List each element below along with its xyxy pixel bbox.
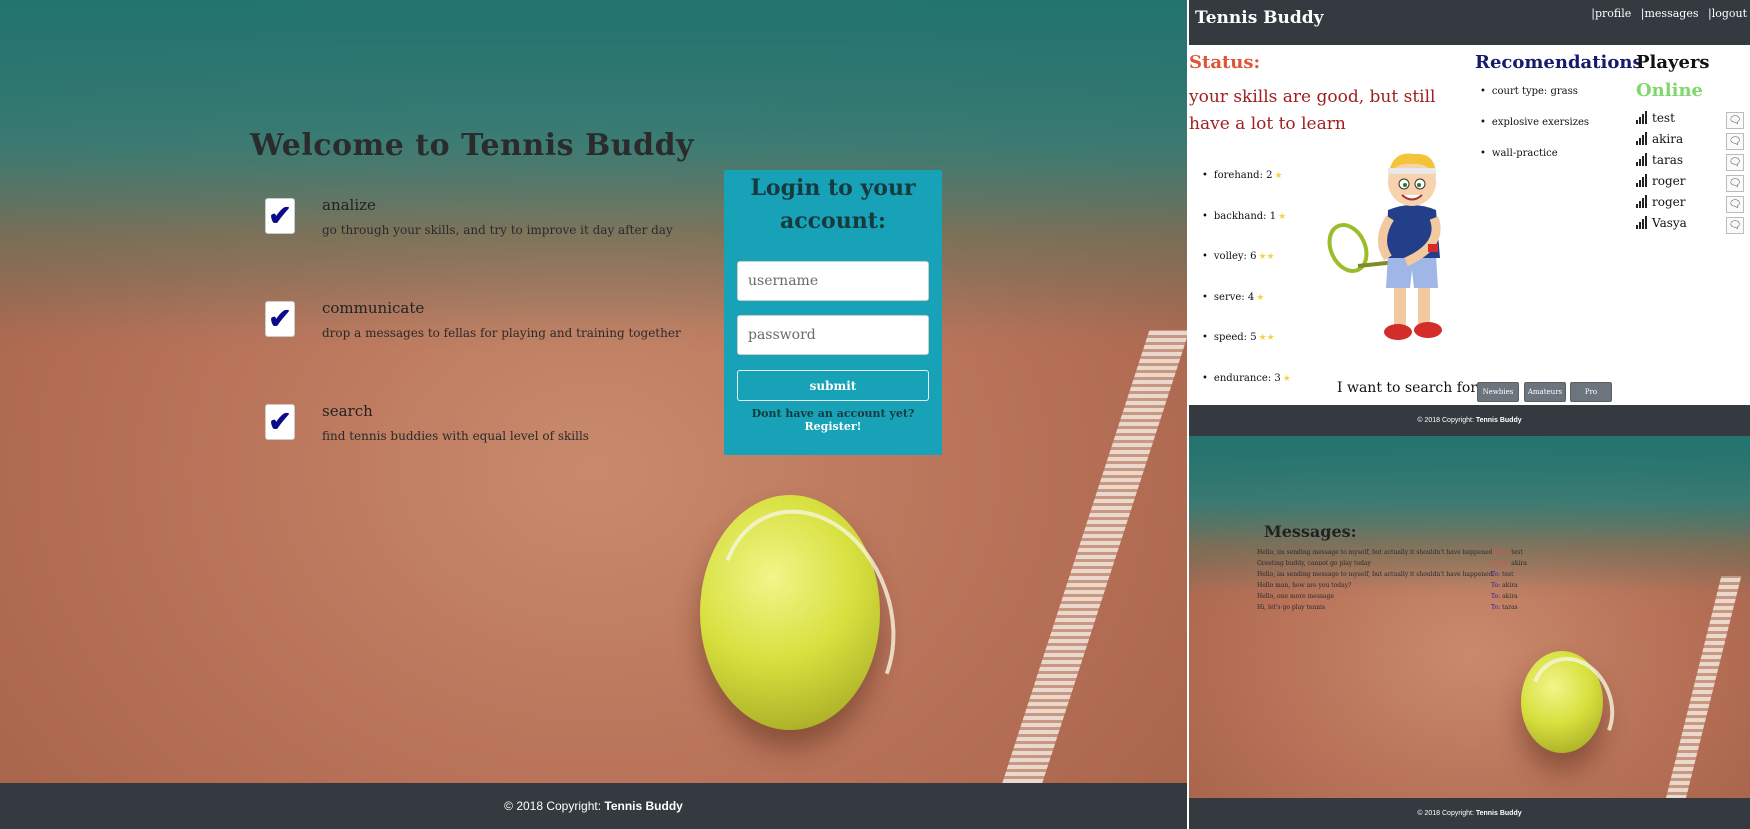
- feature-title: search: [322, 402, 373, 420]
- star-icon: ★: [1282, 374, 1291, 384]
- messages-heading: Messages:: [1264, 522, 1357, 541]
- register-link[interactable]: Register!: [805, 420, 862, 433]
- navbar-brand[interactable]: Tennis Buddy: [1195, 8, 1324, 28]
- message-item[interactable]: Hello, im sending message to myself, but…: [1257, 571, 1527, 582]
- court-background: [0, 0, 1187, 783]
- chat-icon[interactable]: 🗨: [1726, 154, 1744, 171]
- checkmark-icon: ✔: [265, 198, 295, 234]
- footer: © 2018 Copyright: Tennis Buddy: [1189, 798, 1750, 829]
- online-heading: Online: [1636, 80, 1703, 101]
- message-item[interactable]: Hello man, how are you today? To: akira: [1257, 582, 1527, 593]
- chat-icon[interactable]: 🗨: [1726, 196, 1744, 213]
- skill-item: serve: 4★: [1202, 292, 1264, 303]
- court-line: [1000, 330, 1187, 783]
- player-name[interactable]: roger: [1652, 195, 1685, 209]
- star-icon: ★: [1278, 212, 1287, 222]
- skill-item: speed: 5★★: [1202, 332, 1275, 343]
- chat-icon[interactable]: 🗨: [1726, 217, 1744, 234]
- tennis-ball: [700, 495, 880, 730]
- signal-icon: [1636, 174, 1647, 187]
- login-title: Login to your account:: [750, 175, 916, 234]
- status-heading: Status:: [1189, 52, 1261, 73]
- footer: © 2018 Copyright: Tennis Buddy: [1189, 405, 1750, 436]
- submit-button[interactable]: submit: [737, 370, 929, 401]
- nav-link-logout[interactable]: |logout: [1708, 7, 1747, 20]
- recommendation-item: explosive exersizes: [1480, 117, 1589, 128]
- nav-link-profile[interactable]: |profile: [1591, 7, 1631, 20]
- skill-item: forehand: 2★: [1202, 170, 1283, 181]
- welcome-heading: Welcome to Tennis Buddy: [250, 128, 694, 163]
- skill-item: endurance: 3★: [1202, 373, 1291, 384]
- checkmark-icon: ✔: [265, 301, 295, 337]
- checkmark-icon: ✔: [265, 404, 295, 440]
- online-players-list: test 🗨 akira 🗨 taras 🗨 roger 🗨 roger 🗨 V…: [1636, 111, 1744, 237]
- feature-title: analize: [322, 196, 376, 214]
- nav-link-messages[interactable]: |messages: [1641, 7, 1699, 20]
- recommendations-heading: Recomendations: [1475, 52, 1643, 73]
- search-amateurs-button[interactable]: Amateurs: [1524, 382, 1566, 402]
- player-item: test 🗨: [1636, 111, 1744, 132]
- player-item: akira 🗨: [1636, 132, 1744, 153]
- skill-item: backhand: 1★: [1202, 211, 1286, 222]
- feature-title: communicate: [322, 299, 425, 317]
- signal-icon: [1636, 195, 1647, 208]
- login-form: Login to youraccount: submit Dont have a…: [724, 170, 942, 455]
- search-newbies-button[interactable]: Newbies: [1477, 382, 1519, 402]
- status-text: your skills are good, but still have a l…: [1189, 87, 1436, 134]
- navbar: Tennis Buddy |profile |messages |logout: [1189, 0, 1750, 45]
- signal-icon: [1636, 132, 1647, 145]
- player-item: Vasya 🗨: [1636, 216, 1744, 237]
- message-item[interactable]: Hi, let's go play tennis To: taras: [1257, 604, 1527, 615]
- star-icon: ★: [1274, 171, 1283, 181]
- message-item[interactable]: Hello, im sending message to myself, but…: [1257, 549, 1527, 560]
- player-item: roger 🗨: [1636, 174, 1744, 195]
- feature-description: drop a messages to fellas for playing an…: [322, 326, 681, 340]
- signal-icon: [1636, 153, 1647, 166]
- chat-icon[interactable]: 🗨: [1726, 112, 1744, 129]
- feature-description: go through your skills, and try to impro…: [322, 223, 673, 237]
- username-input[interactable]: [737, 261, 929, 301]
- messages-page: Messages: Hello, im sending message to m…: [1189, 436, 1750, 829]
- court-line: [1664, 576, 1742, 798]
- skill-item: volley: 6★★: [1202, 251, 1275, 262]
- message-item[interactable]: Hello, one more message To: akira: [1257, 593, 1527, 604]
- player-name[interactable]: taras: [1652, 153, 1683, 167]
- player-name[interactable]: test: [1652, 111, 1675, 125]
- search-label: I want to search for:: [1337, 380, 1482, 396]
- player-name[interactable]: roger: [1652, 174, 1685, 188]
- tennis-ball: [1521, 651, 1603, 753]
- login-page: Welcome to Tennis Buddy ✔ analize go thr…: [0, 0, 1187, 829]
- recommendation-item: court type: grass: [1480, 86, 1578, 97]
- profile-page: Tennis Buddy |profile |messages |logout …: [1189, 0, 1750, 436]
- search-pro-button[interactable]: Pro: [1570, 382, 1612, 402]
- player-name[interactable]: akira: [1652, 132, 1683, 146]
- navbar-links: |profile |messages |logout: [1585, 7, 1747, 20]
- feature-description: find tennis buddies with equal level of …: [322, 429, 589, 443]
- star-icon: ★: [1256, 293, 1265, 303]
- court-background: [1189, 436, 1750, 798]
- signal-icon: [1636, 216, 1647, 229]
- players-heading: Players: [1636, 52, 1710, 73]
- messages-list: Hello, im sending message to myself, but…: [1257, 549, 1527, 615]
- player-item: taras 🗨: [1636, 153, 1744, 174]
- chat-icon[interactable]: 🗨: [1726, 175, 1744, 192]
- tennis-player-illustration: [1327, 153, 1442, 340]
- footer: © 2018 Copyright: Tennis Buddy: [0, 783, 1187, 829]
- register-prompt: Dont have an account yet? Register!: [751, 407, 915, 433]
- chat-icon[interactable]: 🗨: [1726, 133, 1744, 150]
- player-name[interactable]: Vasya: [1652, 216, 1687, 230]
- signal-icon: [1636, 111, 1647, 124]
- star-icon: ★★: [1258, 252, 1275, 262]
- recommendation-item: wall-practice: [1480, 148, 1558, 159]
- password-input[interactable]: [737, 315, 929, 355]
- message-item[interactable]: Greeting buddy, cannot go play today From…: [1257, 560, 1527, 571]
- star-icon: ★★: [1258, 333, 1275, 343]
- player-item: roger 🗨: [1636, 195, 1744, 216]
